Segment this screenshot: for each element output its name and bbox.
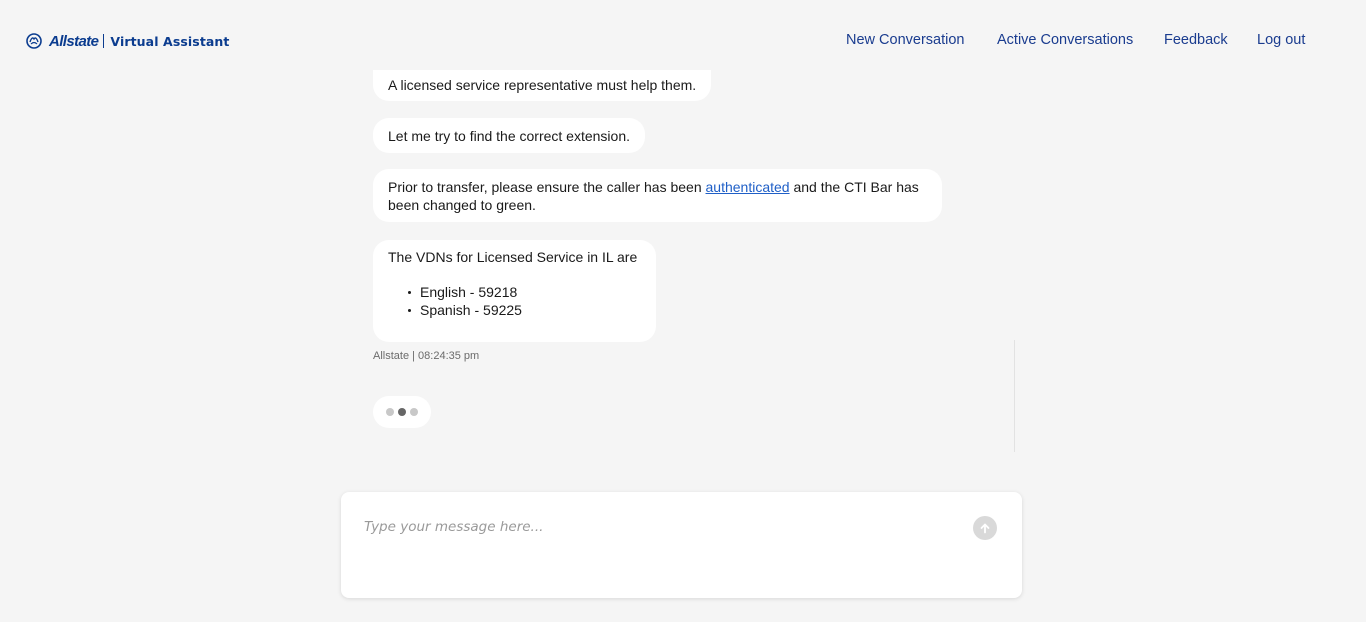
allstate-hands-icon (26, 33, 42, 49)
list-item: English - 59218 (405, 283, 641, 301)
chat-scrollbar[interactable] (1014, 340, 1015, 452)
message-text: The VDNs for Licensed Service in IL are (388, 249, 638, 265)
typing-dot (386, 408, 394, 416)
logo-divider (103, 34, 105, 48)
bot-message: A licensed service representative must h… (373, 70, 712, 101)
allstate-logo[interactable]: Allstate Virtual Assistant (25, 32, 230, 50)
app-header: Allstate Virtual Assistant New Conversat… (0, 0, 1366, 80)
authenticated-link[interactable]: authenticated (706, 179, 790, 195)
product-name: Virtual Assistant (110, 33, 230, 49)
brand-name: Allstate (49, 32, 99, 50)
message-input[interactable] (364, 516, 954, 538)
message-text: Prior to transfer, please ensure the cal… (388, 179, 706, 195)
bot-message: The VDNs for Licensed Service in IL are … (373, 240, 656, 342)
chat-transcript[interactable]: A licensed service representative must h… (373, 70, 1018, 460)
nav-feedback[interactable]: Feedback (1164, 32, 1228, 50)
nav-active-conversations[interactable]: Active Conversations (997, 32, 1133, 50)
bot-message: Let me try to find the correct extension… (373, 118, 646, 153)
nav-log-out[interactable]: Log out (1257, 32, 1305, 50)
typing-dot (398, 408, 406, 416)
typing-dot (410, 408, 418, 416)
typing-indicator (373, 396, 431, 428)
send-button[interactable] (973, 516, 997, 540)
message-timestamp: Allstate | 08:24:35 pm (373, 350, 480, 362)
message-text: A licensed service representative must h… (388, 77, 697, 93)
vdn-list: English - 59218 Spanish - 59225 (388, 283, 641, 319)
bot-message: Prior to transfer, please ensure the cal… (373, 169, 942, 222)
message-composer (341, 492, 1022, 598)
list-item: Spanish - 59225 (405, 301, 641, 319)
message-text: Let me try to find the correct extension… (388, 128, 631, 144)
arrow-up-icon (980, 523, 990, 534)
nav-new-conversation[interactable]: New Conversation (846, 32, 964, 50)
